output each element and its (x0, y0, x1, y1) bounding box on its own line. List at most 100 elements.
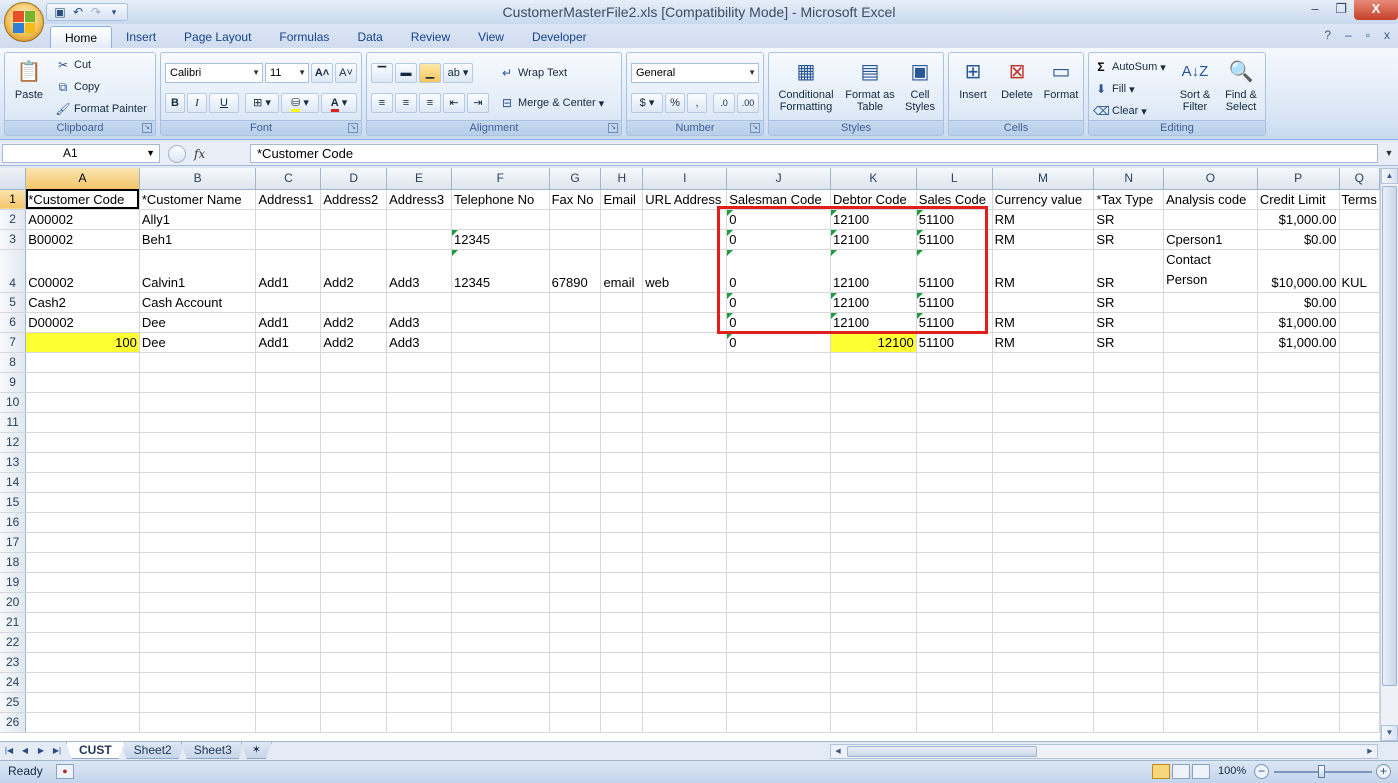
cell-l3[interactable]: 51100 (916, 229, 993, 250)
cell-m5[interactable] (992, 292, 1095, 313)
cell-m19[interactable] (992, 572, 1095, 593)
column-header-g[interactable]: G (549, 168, 602, 190)
cell-i6[interactable] (642, 312, 728, 333)
paste-button[interactable]: 📋 Paste (9, 57, 49, 101)
cell-e25[interactable] (386, 692, 452, 713)
font-launcher-icon[interactable]: ↘ (348, 123, 358, 133)
cell-a3[interactable]: B00002 (25, 229, 140, 250)
cell-p21[interactable] (1257, 612, 1340, 633)
zoom-level[interactable]: 100% (1218, 765, 1246, 777)
cell-i8[interactable] (642, 352, 728, 373)
cell-f21[interactable] (451, 612, 550, 633)
cell-l24[interactable] (916, 672, 993, 693)
increase-decimal-button[interactable]: .0 (713, 93, 735, 113)
cell-j24[interactable] (726, 672, 831, 693)
cell-a26[interactable] (25, 712, 140, 733)
cell-q24[interactable] (1339, 672, 1380, 693)
cell-h11[interactable] (600, 412, 644, 433)
cell-l16[interactable] (916, 512, 993, 533)
tab-formulas[interactable]: Formulas (265, 26, 343, 48)
cell-o9[interactable] (1163, 372, 1258, 393)
cell-m24[interactable] (992, 672, 1095, 693)
conditional-formatting-button[interactable]: ▦ Conditional Formatting (771, 57, 841, 113)
cell-i5[interactable] (642, 292, 728, 313)
scroll-down-icon[interactable]: ▼ (1381, 725, 1398, 741)
cell-p9[interactable] (1257, 372, 1340, 393)
cell-q16[interactable] (1339, 512, 1380, 533)
cell-j20[interactable] (726, 592, 831, 613)
cell-i7[interactable] (642, 332, 728, 353)
cell-e15[interactable] (386, 492, 452, 513)
expand-formula-bar-icon[interactable]: ▼ (1382, 144, 1396, 163)
accounting-format-button[interactable]: $ ▾ (631, 93, 663, 113)
column-header-b[interactable]: B (139, 168, 257, 190)
cell-j7[interactable]: 0 (726, 332, 831, 353)
cell-g6[interactable] (549, 312, 602, 333)
office-button[interactable] (4, 2, 44, 42)
cell-f8[interactable] (451, 352, 550, 373)
cell-g15[interactable] (549, 492, 602, 513)
cell-e13[interactable] (386, 452, 452, 473)
cell-b8[interactable] (139, 352, 257, 373)
cell-d9[interactable] (320, 372, 388, 393)
cell-e23[interactable] (386, 652, 452, 673)
cell-d26[interactable] (320, 712, 388, 733)
cell-k10[interactable] (830, 392, 917, 413)
cell-n8[interactable] (1093, 352, 1165, 373)
insert-function-button[interactable]: fx (194, 147, 205, 161)
cell-b17[interactable] (139, 532, 257, 553)
tab-view[interactable]: View (464, 26, 518, 48)
cell-p22[interactable] (1257, 632, 1340, 653)
find-select-button[interactable]: 🔍 Find & Select (1219, 57, 1263, 113)
cell-q10[interactable] (1339, 392, 1380, 413)
cell-l2[interactable]: 51100 (916, 209, 993, 230)
bold-button[interactable]: B (165, 93, 185, 113)
italic-button[interactable]: I (187, 93, 207, 113)
cell-j6[interactable]: 0 (726, 312, 831, 333)
cell-m3[interactable]: RM (992, 229, 1095, 250)
column-header-m[interactable]: M (992, 168, 1095, 190)
cell-p12[interactable] (1257, 432, 1340, 453)
cell-k13[interactable] (830, 452, 917, 473)
redo-icon[interactable]: ↷ (89, 5, 103, 19)
cell-h15[interactable] (600, 492, 644, 513)
cell-n9[interactable] (1093, 372, 1165, 393)
cell-b12[interactable] (139, 432, 257, 453)
cell-g2[interactable] (549, 209, 602, 230)
cell-k12[interactable] (830, 432, 917, 453)
cell-k22[interactable] (830, 632, 917, 653)
horizontal-scroll-thumb[interactable] (847, 746, 1037, 757)
cell-k20[interactable] (830, 592, 917, 613)
cell-c9[interactable] (255, 372, 322, 393)
cell-c25[interactable] (255, 692, 322, 713)
shrink-font-button[interactable]: A˅ (335, 63, 357, 83)
cell-m7[interactable]: RM (992, 332, 1095, 353)
cell-a15[interactable] (25, 492, 140, 513)
column-header-c[interactable]: C (255, 168, 322, 190)
underline-button[interactable]: U (209, 93, 239, 113)
cell-m21[interactable] (992, 612, 1095, 633)
cell-f5[interactable] (451, 292, 550, 313)
column-header-d[interactable]: D (320, 168, 388, 190)
cell-b4[interactable]: Calvin1 (139, 249, 257, 293)
cell-a16[interactable] (25, 512, 140, 533)
tab-insert[interactable]: Insert (112, 26, 170, 48)
cell-i1[interactable]: URL Address (642, 189, 728, 210)
cell-q9[interactable] (1339, 372, 1380, 393)
sort-filter-button[interactable]: A↓Z Sort & Filter (1173, 57, 1217, 113)
cell-o3[interactable]: Cperson1 (1163, 229, 1258, 250)
cell-e22[interactable] (386, 632, 452, 653)
cell-p14[interactable] (1257, 472, 1340, 493)
cell-i20[interactable] (642, 592, 728, 613)
cell-c11[interactable] (255, 412, 322, 433)
cell-f19[interactable] (451, 572, 550, 593)
cell-h23[interactable] (600, 652, 644, 673)
tab-review[interactable]: Review (397, 26, 464, 48)
cell-i19[interactable] (642, 572, 728, 593)
cell-f26[interactable] (451, 712, 550, 733)
column-header-h[interactable]: H (600, 168, 644, 190)
cell-b1[interactable]: *Customer Name (139, 189, 257, 210)
worksheet-grid[interactable]: ABCDEFGHIJKLMNOPQ 1 *Customer Code *Custom… (0, 168, 1380, 741)
cell-i9[interactable] (642, 372, 728, 393)
cell-f4[interactable]: 12345 (451, 249, 550, 293)
